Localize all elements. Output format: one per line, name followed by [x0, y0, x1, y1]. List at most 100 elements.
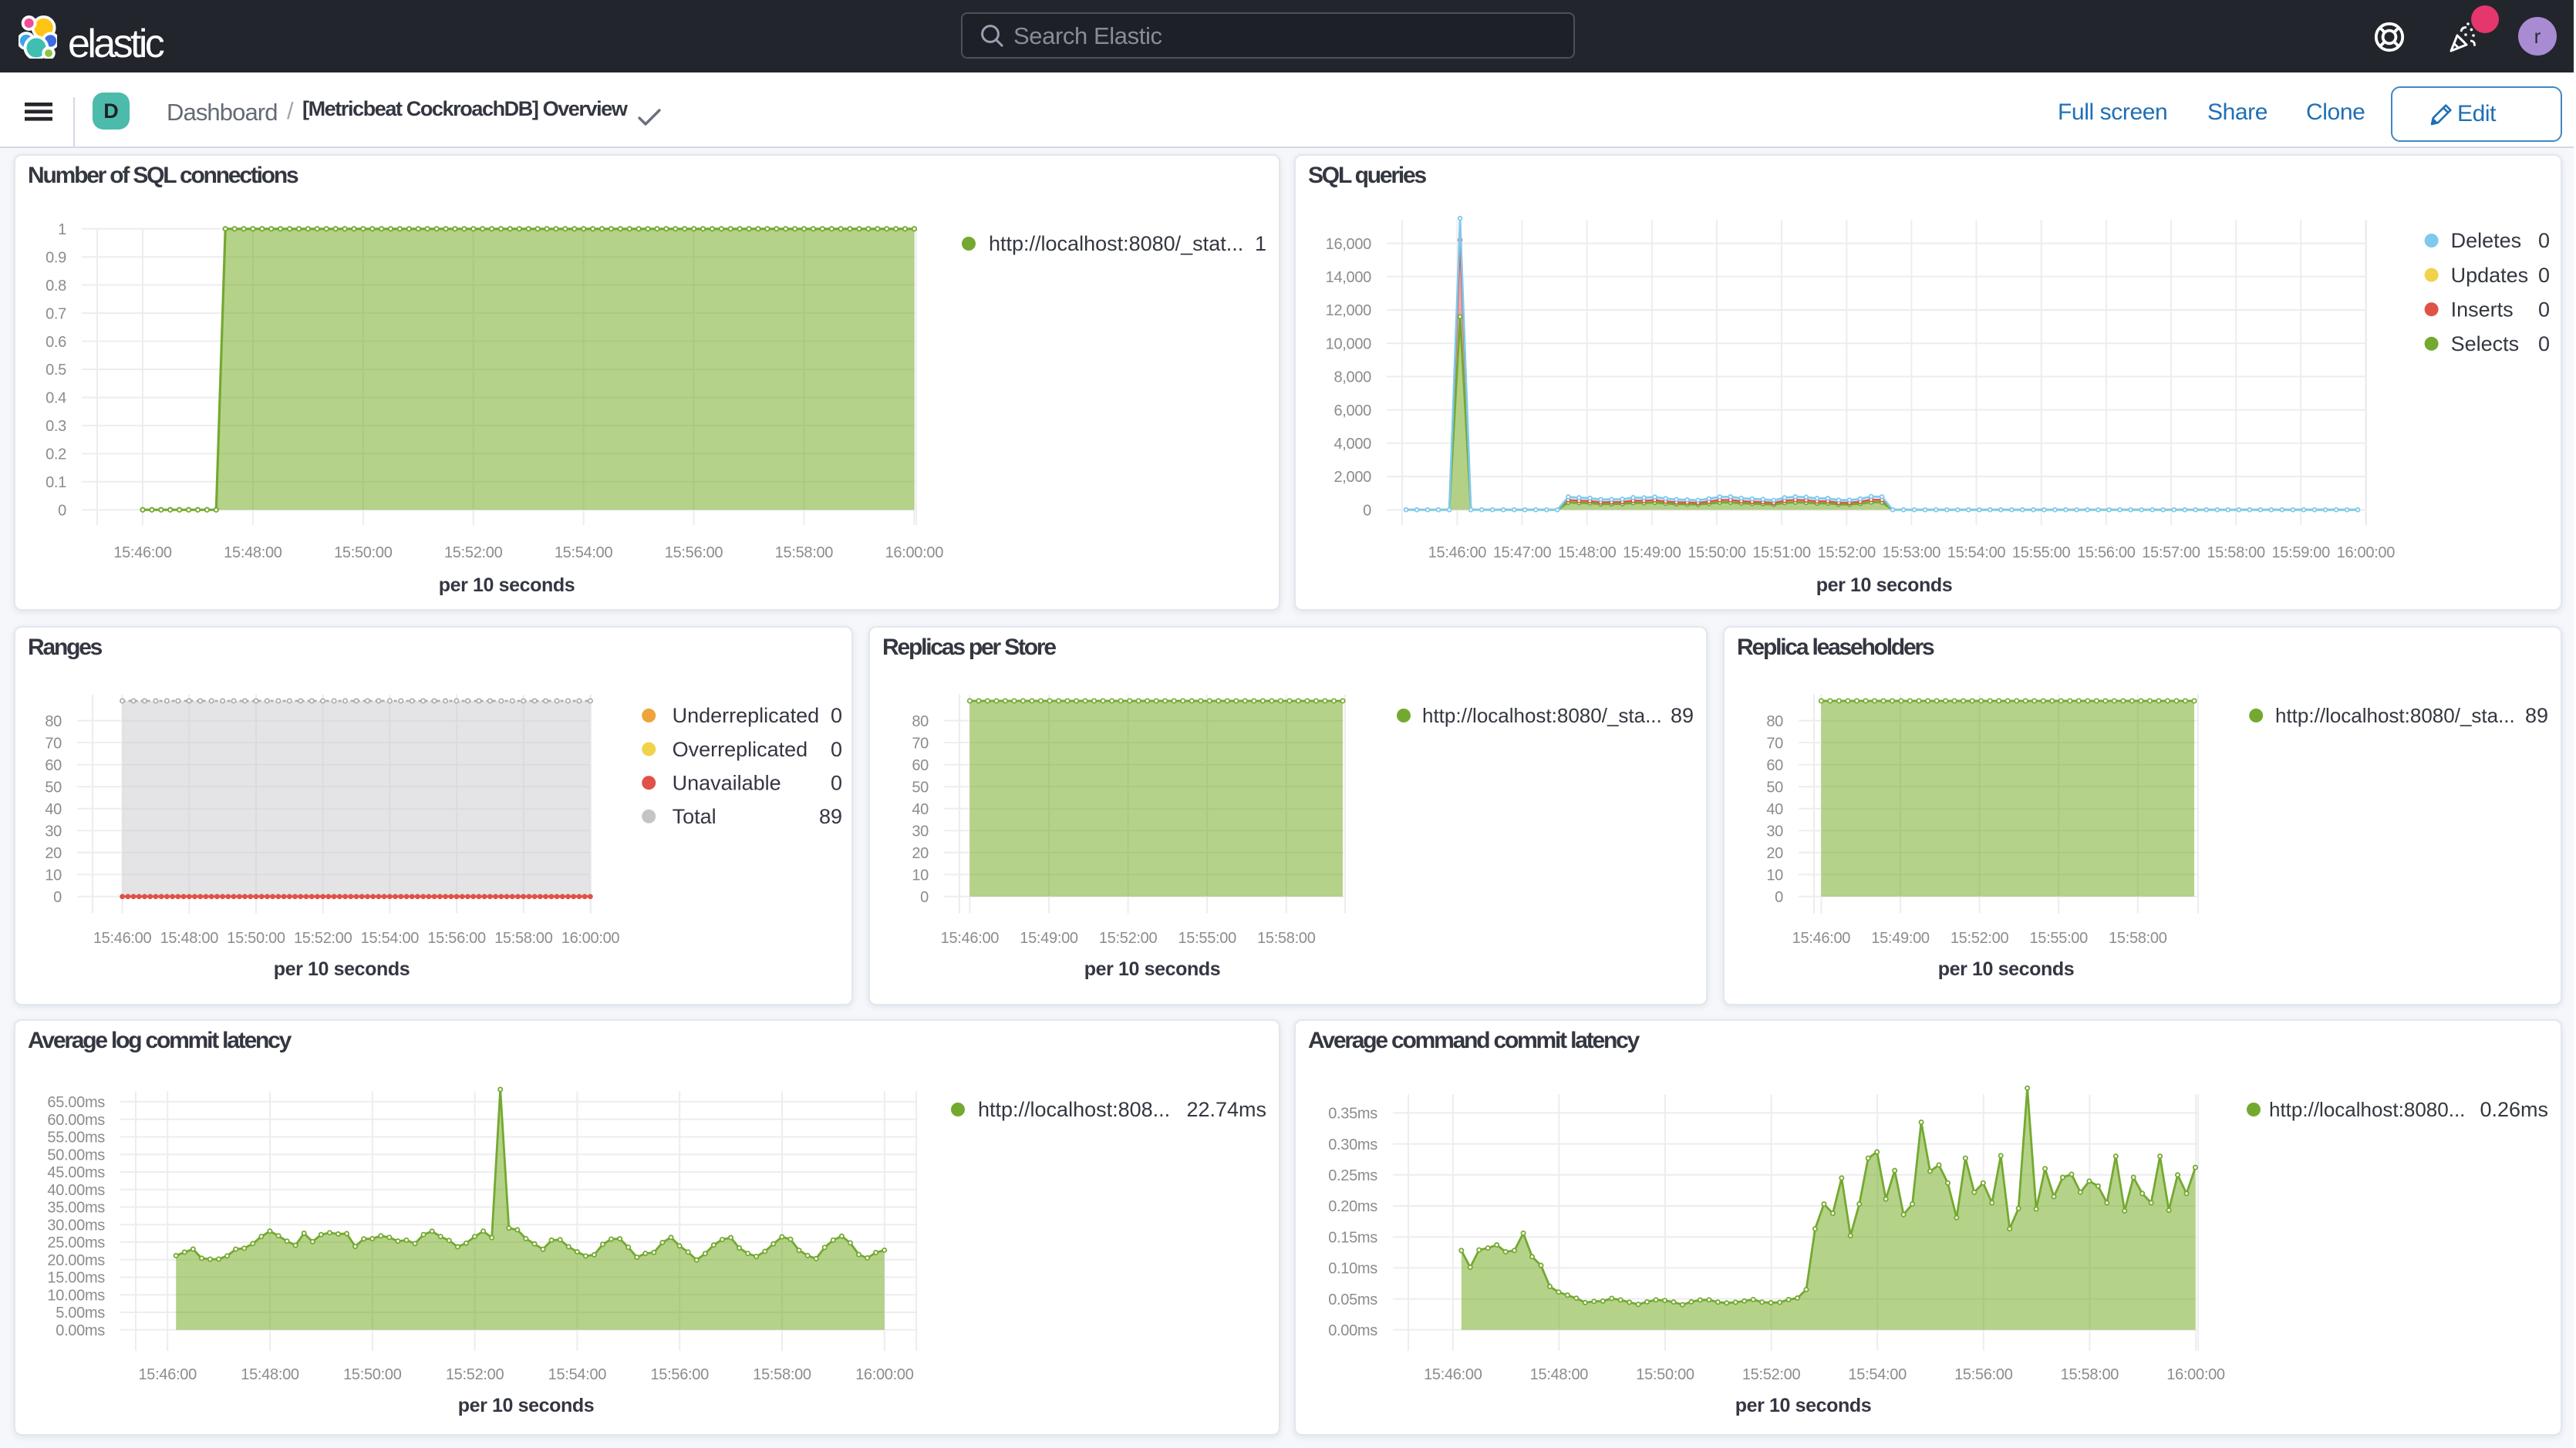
svg-text:0.2: 0.2	[46, 446, 66, 463]
svg-text:16:00:00: 16:00:00	[855, 1366, 914, 1383]
svg-text:10: 10	[45, 867, 62, 884]
svg-text:0.5: 0.5	[46, 362, 66, 379]
svg-text:30.00ms: 30.00ms	[47, 1217, 105, 1234]
svg-text:per 10 seconds: per 10 seconds	[274, 958, 410, 980]
svg-text:0: 0	[2538, 298, 2550, 321]
svg-text:0.15ms: 0.15ms	[1328, 1229, 1377, 1246]
svg-text:10,000: 10,000	[1326, 335, 1372, 352]
svg-text:89: 89	[819, 805, 842, 828]
svg-text:http://localhost:808...: http://localhost:808...	[978, 1098, 1170, 1121]
svg-text:Overreplicated: Overreplicated	[673, 738, 808, 761]
svg-text:15:52:00: 15:52:00	[1818, 544, 1876, 561]
svg-text:20: 20	[1766, 845, 1783, 862]
svg-text:15:52:00: 15:52:00	[1099, 930, 1158, 947]
svg-text:80: 80	[1766, 713, 1783, 730]
svg-text:0: 0	[2538, 332, 2550, 355]
svg-text:15:53:00: 15:53:00	[1883, 544, 1941, 561]
svg-text:per 10 seconds: per 10 seconds	[1938, 958, 2074, 980]
svg-text:per 10 seconds: per 10 seconds	[439, 574, 575, 596]
svg-text:50: 50	[1766, 779, 1783, 796]
svg-text:0.00ms: 0.00ms	[1328, 1322, 1377, 1339]
svg-text:15:54:00: 15:54:00	[361, 930, 420, 947]
svg-text:0.1: 0.1	[46, 474, 66, 491]
svg-text:65.00ms: 65.00ms	[47, 1094, 105, 1111]
svg-text:0.30ms: 0.30ms	[1328, 1137, 1377, 1153]
svg-text:Deletes: Deletes	[2451, 229, 2522, 252]
svg-text:15:49:00: 15:49:00	[1871, 930, 1930, 947]
svg-text:15:56:00: 15:56:00	[650, 1366, 709, 1383]
svg-text:15:46:00: 15:46:00	[941, 930, 1000, 947]
svg-text:15:50:00: 15:50:00	[1688, 544, 1746, 561]
svg-text:15:54:00: 15:54:00	[555, 544, 613, 561]
svg-text:15:58:00: 15:58:00	[775, 544, 834, 561]
svg-text:50.00ms: 50.00ms	[47, 1147, 105, 1163]
svg-text:15:48:00: 15:48:00	[1530, 1366, 1589, 1383]
svg-text:15:55:00: 15:55:00	[1178, 930, 1236, 947]
svg-text:15:54:00: 15:54:00	[1848, 1366, 1907, 1383]
svg-text:0.9: 0.9	[46, 249, 66, 266]
svg-text:15:55:00: 15:55:00	[2029, 930, 2088, 947]
svg-text:15:52:00: 15:52:00	[1742, 1366, 1801, 1383]
svg-text:55.00ms: 55.00ms	[47, 1130, 105, 1147]
svg-text:10.00ms: 10.00ms	[47, 1287, 105, 1304]
svg-text:45.00ms: 45.00ms	[47, 1164, 105, 1181]
svg-text:15:48:00: 15:48:00	[160, 930, 219, 947]
svg-text:16:00:00: 16:00:00	[2337, 544, 2396, 561]
svg-text:5.00ms: 5.00ms	[56, 1305, 105, 1322]
svg-text:15:54:00: 15:54:00	[1947, 544, 2006, 561]
svg-text:15:46:00: 15:46:00	[138, 1366, 197, 1383]
svg-text:70: 70	[45, 735, 62, 752]
svg-text:0: 0	[920, 889, 929, 906]
svg-text:30: 30	[912, 823, 929, 840]
svg-text:16:00:00: 16:00:00	[885, 544, 944, 561]
svg-text:15:46:00: 15:46:00	[1428, 544, 1487, 561]
svg-text:Underreplicated: Underreplicated	[673, 704, 820, 727]
svg-text:60.00ms: 60.00ms	[47, 1112, 105, 1129]
svg-text:40: 40	[912, 801, 929, 818]
svg-text:0.7: 0.7	[46, 305, 66, 322]
svg-text:0.25ms: 0.25ms	[1328, 1167, 1377, 1184]
svg-text:0.20ms: 0.20ms	[1328, 1198, 1377, 1215]
svg-text:10: 10	[912, 867, 929, 884]
svg-text:0.3: 0.3	[46, 418, 66, 435]
svg-text:Unavailable: Unavailable	[673, 771, 781, 794]
svg-text:15:48:00: 15:48:00	[1558, 544, 1617, 561]
svg-text:12,000: 12,000	[1326, 302, 1372, 319]
svg-text:6,000: 6,000	[1334, 402, 1371, 419]
svg-text:0.8: 0.8	[46, 278, 66, 295]
svg-text:15:52:00: 15:52:00	[1951, 930, 2009, 947]
svg-text:http://localhost:8080/_stat...: http://localhost:8080/_stat...	[989, 232, 1243, 255]
svg-text:80: 80	[45, 713, 62, 730]
svg-text:15:54:00: 15:54:00	[548, 1366, 607, 1383]
svg-text:15:50:00: 15:50:00	[227, 930, 285, 947]
svg-text:0.10ms: 0.10ms	[1328, 1261, 1377, 1278]
svg-text:15:56:00: 15:56:00	[665, 544, 723, 561]
svg-text:Selects: Selects	[2451, 332, 2520, 355]
svg-text:15:56:00: 15:56:00	[1954, 1366, 2013, 1383]
svg-text:15:58:00: 15:58:00	[2109, 930, 2167, 947]
svg-text:20: 20	[45, 845, 62, 862]
svg-text:per 10 seconds: per 10 seconds	[1735, 1395, 1871, 1416]
svg-text:15:50:00: 15:50:00	[1636, 1366, 1694, 1383]
svg-text:16:00:00: 16:00:00	[2166, 1366, 2225, 1383]
svg-text:0: 0	[831, 738, 842, 761]
svg-text:60: 60	[912, 757, 929, 774]
svg-text:0: 0	[831, 771, 842, 794]
svg-text:0.6: 0.6	[46, 334, 66, 351]
svg-text:http://localhost:8080/_sta...: http://localhost:8080/_sta...	[2275, 704, 2515, 727]
svg-text:40.00ms: 40.00ms	[47, 1182, 105, 1199]
svg-text:35.00ms: 35.00ms	[47, 1200, 105, 1217]
svg-text:15:51:00: 15:51:00	[1752, 544, 1811, 561]
svg-text:50: 50	[912, 779, 929, 796]
svg-text:15:46:00: 15:46:00	[113, 544, 172, 561]
svg-text:15:52:00: 15:52:00	[444, 544, 503, 561]
svg-text:30: 30	[45, 823, 62, 840]
svg-text:0.05ms: 0.05ms	[1328, 1291, 1377, 1308]
svg-text:14,000: 14,000	[1326, 269, 1372, 286]
svg-text:20: 20	[912, 845, 929, 862]
svg-text:15:50:00: 15:50:00	[334, 544, 393, 561]
svg-text:25.00ms: 25.00ms	[47, 1234, 105, 1251]
svg-text:per 10 seconds: per 10 seconds	[1084, 958, 1220, 980]
svg-text:0.26ms: 0.26ms	[2480, 1098, 2548, 1121]
svg-text:15:46:00: 15:46:00	[93, 930, 152, 947]
